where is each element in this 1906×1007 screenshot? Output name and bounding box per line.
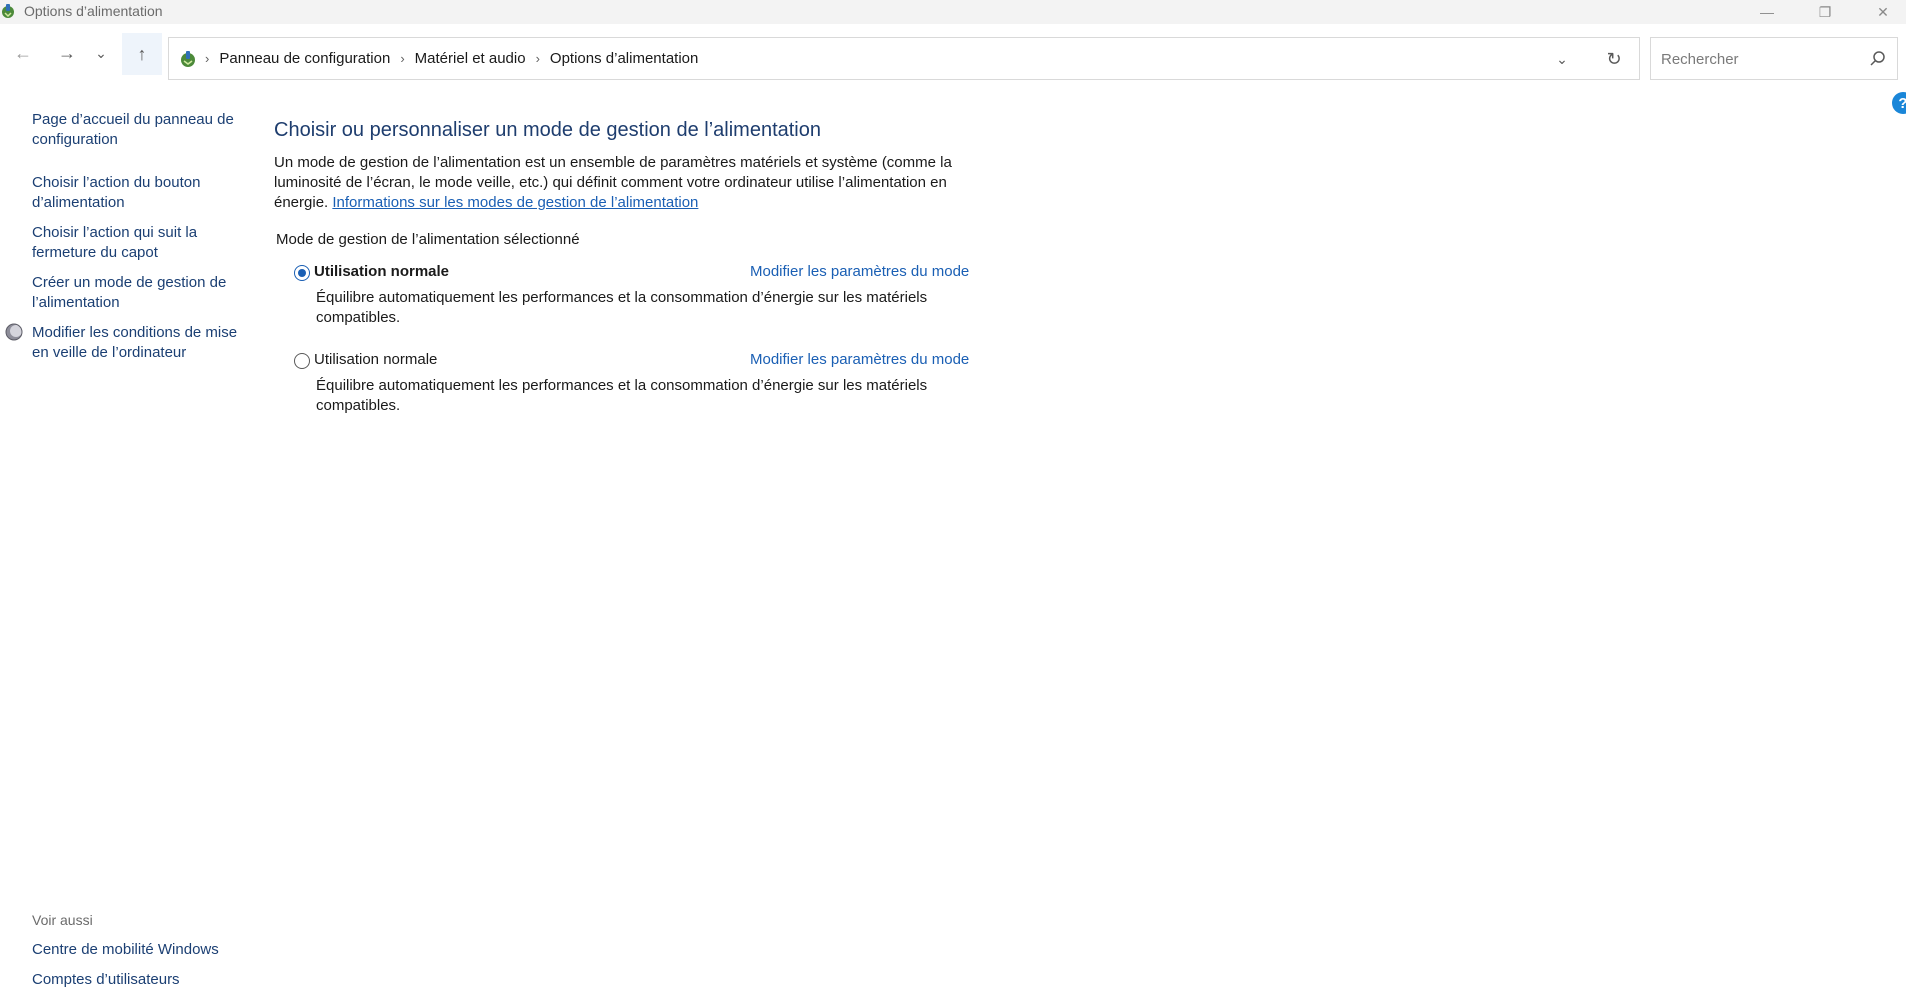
plan-description: Équilibre automatiquement les performanc… — [316, 289, 928, 326]
sidebar-link-control-panel-home[interactable]: Page d’accueil du panneau de configurati… — [32, 110, 242, 150]
breadcrumb: › Panneau de configuration › Matériel et… — [205, 50, 698, 67]
control-panel-icon — [181, 51, 195, 67]
page-description: Un mode de gestion de l’alimentation est… — [274, 153, 994, 213]
plan-name[interactable]: Utilisation normale — [314, 351, 437, 368]
see-also-heading: Voir aussi — [32, 912, 93, 928]
search-input[interactable] — [1659, 48, 1859, 70]
breadcrumb-power-options[interactable]: Options d’alimentation — [550, 50, 698, 67]
see-also-link-mobility-center[interactable]: Centre de mobilité Windows — [32, 941, 219, 958]
sidebar-link-power-button-action[interactable]: Choisir l’action du bouton d’alimentatio… — [32, 173, 242, 213]
breadcrumb-separator: › — [535, 51, 540, 66]
plan-name[interactable]: Utilisation normale — [314, 263, 449, 280]
change-plan-settings-link[interactable]: Modifier les paramètres du mode — [750, 263, 969, 280]
address-dropdown-button[interactable]: ⌄ — [1547, 48, 1577, 70]
page-title: Choisir ou personnaliser un mode de gest… — [274, 119, 821, 141]
address-bar[interactable]: › Panneau de configuration › Matériel et… — [168, 37, 1640, 80]
plan-radio-button[interactable] — [294, 265, 310, 281]
change-plan-settings-link[interactable]: Modifier les paramètres du mode — [750, 351, 969, 368]
sidebar-link-lid-close-action[interactable]: Choisir l’action qui suit la fermeture d… — [32, 223, 242, 263]
up-button[interactable]: ↑ — [122, 33, 162, 75]
power-plans-info-link[interactable]: Informations sur les modes de gestion de… — [332, 194, 698, 211]
search-box[interactable] — [1650, 37, 1898, 80]
maximize-button[interactable]: ❐ — [1802, 0, 1848, 24]
sleep-settings-icon — [5, 323, 23, 341]
breadcrumb-control-panel[interactable]: Panneau de configuration — [219, 50, 390, 67]
window-title: Options d’alimentation — [24, 3, 163, 19]
plan-description: Équilibre automatiquement les performanc… — [316, 377, 928, 414]
help-icon[interactable]: ? — [1892, 92, 1906, 114]
close-button[interactable]: ✕ — [1860, 0, 1906, 24]
search-icon[interactable] — [1867, 48, 1889, 70]
task-pane: Page d’accueil du panneau de configurati… — [0, 92, 260, 1007]
sidebar-link-sleep-settings[interactable]: Modifier les conditions de mise en veill… — [32, 323, 242, 363]
back-button[interactable]: ← — [4, 38, 42, 68]
navigation-bar: ← → ⌄ ↑ › Panneau de configuration › Mat… — [0, 24, 1906, 92]
recent-locations-button[interactable]: ⌄ — [86, 38, 116, 68]
refresh-button[interactable]: ↻ — [1599, 47, 1629, 71]
power-options-icon — [2, 4, 14, 18]
breadcrumb-separator: › — [400, 51, 405, 66]
title-bar: Options d’alimentation — ❐ ✕ — [0, 0, 1906, 24]
sidebar-link-create-power-plan[interactable]: Créer un mode de gestion de l’alimentati… — [32, 273, 242, 313]
section-label: Mode de gestion de l’alimentation sélect… — [276, 231, 588, 248]
breadcrumb-hardware-sound[interactable]: Matériel et audio — [415, 50, 526, 67]
forward-button[interactable]: → — [48, 38, 86, 68]
plan-radio-button[interactable] — [294, 353, 310, 369]
breadcrumb-separator: › — [205, 51, 210, 66]
minimize-button[interactable]: — — [1744, 0, 1790, 24]
see-also-link-user-accounts[interactable]: Comptes d’utilisateurs — [32, 971, 180, 988]
selected-plan-section: Mode de gestion de l’alimentation sélect… — [276, 231, 996, 251]
